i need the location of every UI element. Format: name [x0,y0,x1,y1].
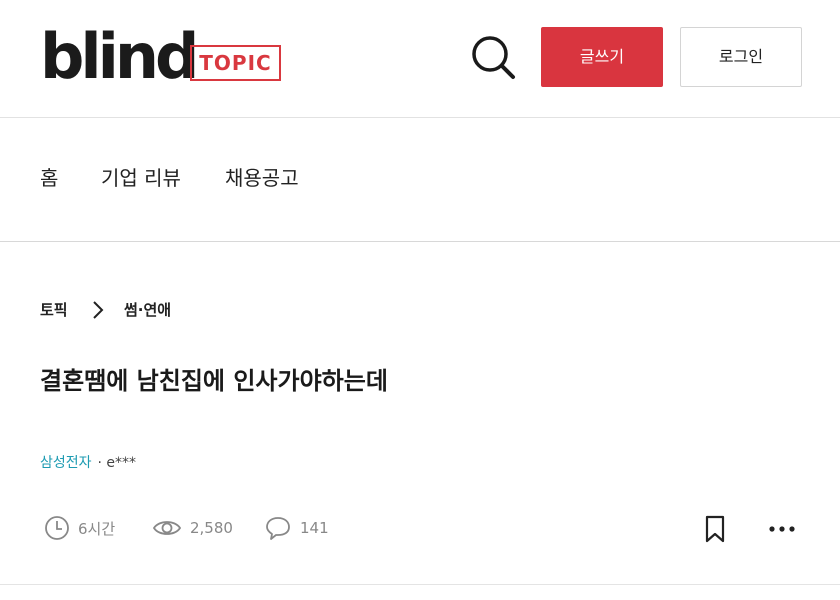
login-button[interactable]: 로그인 [680,27,802,87]
eye-icon [152,521,182,535]
more-dots-icon [769,526,795,532]
post-time-text: 6시간 [78,519,116,538]
write-post-button[interactable]: 글쓰기 [541,27,663,87]
post-time: 6시간 [44,513,115,543]
more-options-button[interactable] [763,514,803,544]
author-company[interactable]: 삼성전자 [40,455,92,471]
blind-logo[interactable]: blind [40,22,199,92]
chevron-right-icon [93,301,104,319]
main-nav: 홈 기업 리뷰 채용공고 [0,118,840,242]
post-views: 2,580 [152,513,233,543]
post-title: 결혼땜에 남친집에 인사가야하는데 [40,367,388,395]
post-comments-count: 141 [300,519,329,537]
nav-item-jobs[interactable]: 채용공고 [225,166,299,190]
bookmark-icon [705,515,725,543]
speech-bubble-icon [266,517,290,540]
breadcrumb-topic[interactable]: 토픽 [40,298,68,322]
post-meta-bar: 6시간 2,580 141 [0,510,840,546]
breadcrumb-category[interactable]: 썸·연애 [124,298,171,322]
clock-icon [45,516,69,540]
bookmark-button[interactable] [700,514,730,544]
divider [0,584,840,585]
post-author-line: 삼성전자 · e*** [40,453,136,473]
post-views-count: 2,580 [190,519,233,537]
author-name: · e*** [97,455,137,471]
search-icon [472,36,515,79]
site-header: blind TOPIC 글쓰기 로그인 [0,0,840,118]
topic-badge[interactable]: TOPIC [190,45,281,81]
breadcrumb-separator [90,298,106,322]
search-button[interactable] [468,32,518,82]
post-comments[interactable]: 141 [264,513,329,543]
nav-item-company-review[interactable]: 기업 리뷰 [101,166,181,190]
nav-item-home[interactable]: 홈 [40,166,58,190]
